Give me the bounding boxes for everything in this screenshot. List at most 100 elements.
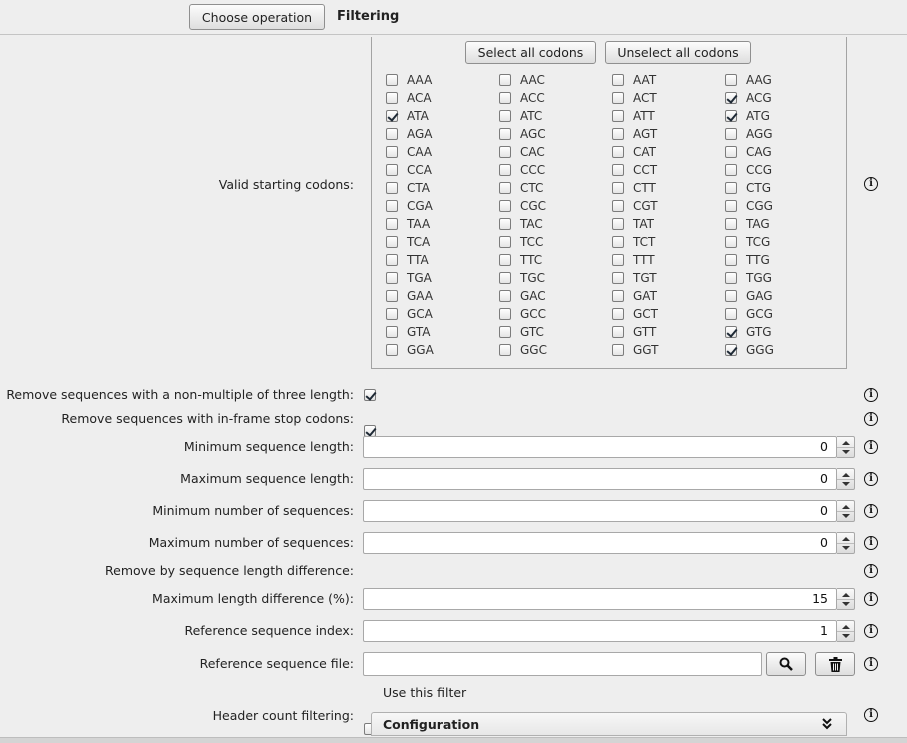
codon-checkbox[interactable]: [499, 110, 511, 122]
codon-option-gtt[interactable]: GTT: [612, 324, 656, 340]
codon-checkbox[interactable]: [386, 128, 398, 140]
codon-checkbox[interactable]: [612, 218, 624, 230]
codon-option-gcg[interactable]: GCG: [725, 306, 773, 322]
codon-option-tgg[interactable]: TGG: [725, 270, 772, 286]
codon-option-gga[interactable]: GGA: [386, 342, 434, 358]
spinner-down-icon[interactable]: [842, 546, 850, 550]
codon-checkbox[interactable]: [499, 236, 511, 248]
spinner-down-icon[interactable]: [842, 602, 850, 606]
codon-option-ccg[interactable]: CCG: [725, 162, 772, 178]
info-icon[interactable]: i: [864, 708, 878, 722]
min-num-seqs-input[interactable]: 0: [363, 500, 837, 522]
codon-checkbox[interactable]: [612, 236, 624, 248]
codon-option-cgc[interactable]: CGC: [499, 198, 546, 214]
info-icon[interactable]: i: [864, 504, 878, 518]
spinner-arrows[interactable]: [837, 532, 855, 554]
codon-checkbox[interactable]: [612, 308, 624, 320]
codon-option-tct[interactable]: TCT: [612, 234, 655, 250]
codon-checkbox[interactable]: [725, 344, 737, 356]
codon-checkbox[interactable]: [725, 128, 737, 140]
min-seq-length-input[interactable]: 0: [363, 436, 837, 458]
codon-checkbox[interactable]: [499, 308, 511, 320]
codon-option-agt[interactable]: AGT: [612, 126, 657, 142]
info-icon[interactable]: i: [864, 440, 878, 454]
non-multiple-three-checkbox[interactable]: [364, 389, 376, 401]
spinner-arrows[interactable]: [837, 588, 855, 610]
codon-option-gaa[interactable]: GAA: [386, 288, 433, 304]
codon-checkbox[interactable]: [499, 254, 511, 266]
codon-checkbox[interactable]: [612, 290, 624, 302]
codon-checkbox[interactable]: [499, 272, 511, 284]
codon-option-agg[interactable]: AGG: [725, 126, 773, 142]
codon-checkbox[interactable]: [725, 326, 737, 338]
codon-option-agc[interactable]: AGC: [499, 126, 546, 142]
spinner-down-icon[interactable]: [842, 450, 850, 454]
codon-option-cag[interactable]: CAG: [725, 144, 772, 160]
codon-checkbox[interactable]: [499, 344, 511, 356]
codon-option-cta[interactable]: CTA: [386, 180, 430, 196]
codon-option-ctc[interactable]: CTC: [499, 180, 543, 196]
codon-option-ggc[interactable]: GGC: [499, 342, 547, 358]
spinner-arrows[interactable]: [837, 436, 855, 458]
codon-checkbox[interactable]: [725, 236, 737, 248]
codon-checkbox[interactable]: [725, 272, 737, 284]
ref-seq-file-input[interactable]: [363, 652, 762, 676]
spinner-down-icon[interactable]: [842, 634, 850, 638]
codon-option-att[interactable]: ATT: [612, 108, 655, 124]
codon-checkbox[interactable]: [499, 128, 511, 140]
codon-option-atc[interactable]: ATC: [499, 108, 542, 124]
codon-checkbox[interactable]: [612, 164, 624, 176]
codon-checkbox[interactable]: [499, 218, 511, 230]
spinner-up-icon[interactable]: [842, 593, 850, 597]
codon-option-gac[interactable]: GAC: [499, 288, 546, 304]
max-seq-length-input[interactable]: 0: [363, 468, 837, 490]
info-icon[interactable]: i: [864, 177, 878, 191]
codon-checkbox[interactable]: [386, 146, 398, 158]
codon-option-tgc[interactable]: TGC: [499, 270, 545, 286]
codon-checkbox[interactable]: [725, 290, 737, 302]
codon-option-tac[interactable]: TAC: [499, 216, 543, 232]
codon-checkbox[interactable]: [386, 308, 398, 320]
codon-checkbox[interactable]: [386, 74, 398, 86]
codon-checkbox[interactable]: [612, 92, 624, 104]
codon-checkbox[interactable]: [499, 290, 511, 302]
codon-option-ttc[interactable]: TTC: [499, 252, 542, 268]
spinner-arrows[interactable]: [837, 500, 855, 522]
codon-option-cat[interactable]: CAT: [612, 144, 656, 160]
codon-option-aga[interactable]: AGA: [386, 126, 433, 142]
codon-checkbox[interactable]: [725, 308, 737, 320]
codon-checkbox[interactable]: [499, 164, 511, 176]
codon-option-gtg[interactable]: GTG: [725, 324, 772, 340]
codon-checkbox[interactable]: [725, 110, 737, 122]
chevron-double-down-icon[interactable]: [822, 718, 832, 730]
min-num-seqs-spinner[interactable]: 0: [363, 500, 855, 522]
codon-option-cac[interactable]: CAC: [499, 144, 545, 160]
clear-file-button[interactable]: [815, 652, 855, 676]
codon-option-cgg[interactable]: CGG: [725, 198, 773, 214]
codon-option-aag[interactable]: AAG: [725, 72, 772, 88]
info-icon[interactable]: i: [864, 564, 878, 578]
codon-option-ctg[interactable]: CTG: [725, 180, 771, 196]
codon-checkbox[interactable]: [612, 146, 624, 158]
codon-checkbox[interactable]: [386, 164, 398, 176]
spinner-arrows[interactable]: [837, 468, 855, 490]
codon-checkbox[interactable]: [386, 200, 398, 212]
codon-checkbox[interactable]: [725, 200, 737, 212]
codon-option-tta[interactable]: TTA: [386, 252, 429, 268]
codon-checkbox[interactable]: [725, 164, 737, 176]
info-icon[interactable]: i: [864, 412, 878, 426]
codon-option-gcc[interactable]: GCC: [499, 306, 546, 322]
info-icon[interactable]: i: [864, 536, 878, 550]
codon-checkbox[interactable]: [725, 92, 737, 104]
spinner-up-icon[interactable]: [842, 473, 850, 477]
spinner-up-icon[interactable]: [842, 625, 850, 629]
codon-option-ccc[interactable]: CCC: [499, 162, 545, 178]
codon-checkbox[interactable]: [499, 326, 511, 338]
codon-checkbox[interactable]: [725, 74, 737, 86]
codon-checkbox[interactable]: [612, 254, 624, 266]
codon-checkbox[interactable]: [612, 128, 624, 140]
spinner-down-icon[interactable]: [842, 514, 850, 518]
codon-option-ggt[interactable]: GGT: [612, 342, 659, 358]
codon-option-aca[interactable]: ACA: [386, 90, 432, 106]
spinner-down-icon[interactable]: [842, 482, 850, 486]
